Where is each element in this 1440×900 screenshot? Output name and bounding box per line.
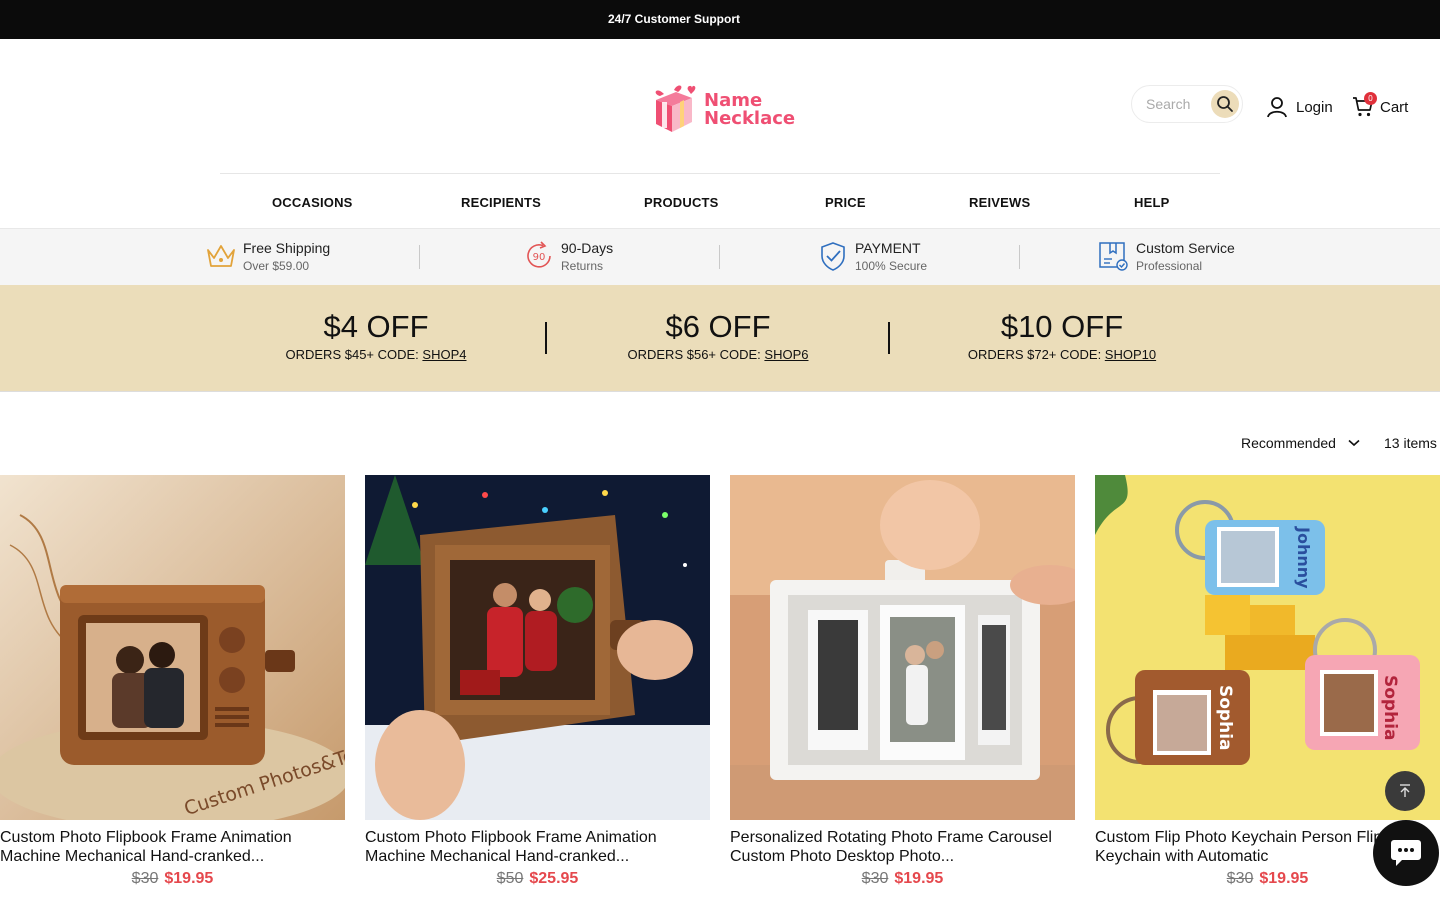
coupon-headline: $6 OFF bbox=[665, 309, 771, 344]
feature-title: Free Shipping bbox=[243, 240, 331, 256]
cart-link[interactable]: 0 Cart bbox=[1352, 92, 1409, 120]
nav-price[interactable]: PRICE bbox=[825, 195, 866, 210]
product-image[interactable] bbox=[730, 475, 1075, 820]
coupon-shop10: $10 OFF ORDERS $72+ CODE: SHOP10 bbox=[912, 309, 1212, 362]
christmas-flipbook-image bbox=[365, 475, 710, 820]
product-name[interactable]: Custom Photo Flipbook Frame Animation Ma… bbox=[365, 828, 710, 866]
coupon-shop4: $4 OFF ORDERS $45+ CODE: SHOP4 bbox=[226, 309, 526, 362]
back-to-top-button[interactable] bbox=[1385, 771, 1425, 811]
login-link[interactable]: Login bbox=[1266, 94, 1333, 120]
main-nav: OCCASIONS RECIPIENTS PRODUCTS PRICE REIV… bbox=[220, 173, 1220, 229]
chat-button[interactable] bbox=[1373, 820, 1439, 886]
cart-label: Cart bbox=[1380, 98, 1409, 116]
announcement-bar: 24/7 Customer Support bbox=[0, 0, 1440, 39]
search-icon bbox=[1217, 96, 1233, 112]
coupon-condition-text: ORDERS $45+ CODE: bbox=[285, 347, 423, 362]
product-image[interactable]: Johnny Sophia Sophia bbox=[1095, 475, 1440, 820]
product-image[interactable] bbox=[365, 475, 710, 820]
product-price: $30 $19.95 bbox=[0, 870, 345, 888]
keychain-name: Sophia bbox=[1380, 675, 1400, 741]
product-sale-price: $19.95 bbox=[894, 870, 944, 887]
coupon-condition: ORDERS $56+ CODE: SHOP6 bbox=[568, 347, 868, 362]
feature-strip: Free Shipping Over $59.00 90 90-Days Ret… bbox=[0, 229, 1440, 285]
coupon-divider bbox=[888, 322, 890, 354]
coupon-headline: $4 OFF bbox=[323, 309, 429, 344]
product-price: $30 $19.95 bbox=[730, 870, 1075, 888]
search-button[interactable] bbox=[1211, 90, 1239, 118]
product-image[interactable]: Custom Photos&Text bbox=[0, 475, 345, 820]
keychain-name: Sophia bbox=[1215, 685, 1235, 751]
brand-name: Name Necklace bbox=[704, 92, 795, 128]
coupon-condition: ORDERS $72+ CODE: SHOP10 bbox=[912, 347, 1212, 362]
arrow-up-icon bbox=[1400, 784, 1410, 797]
feature-title: Custom Service bbox=[1136, 240, 1235, 256]
login-label: Login bbox=[1296, 98, 1333, 116]
chat-bubble-icon bbox=[1391, 840, 1421, 866]
feature-subtitle: 100% Secure bbox=[855, 259, 928, 273]
flipbook-tv-frame-image: Custom Photos&Text bbox=[0, 475, 345, 820]
crown-icon bbox=[207, 245, 235, 267]
feature-divider bbox=[1019, 245, 1020, 269]
product-name[interactable]: Personalized Rotating Photo Frame Carous… bbox=[730, 828, 1075, 866]
keychain-name: Johnny bbox=[1294, 526, 1313, 589]
feature-title: 90-Days bbox=[561, 240, 614, 256]
product-old-price: $30 bbox=[131, 870, 159, 887]
product-card[interactable]: Custom Photo Flipbook Frame Animation Ma… bbox=[365, 475, 710, 888]
flip-photo-keychain-image: Johnny Sophia Sophia bbox=[1095, 475, 1440, 820]
feature-divider bbox=[419, 245, 420, 269]
coupon-shop6: $6 OFF ORDERS $56+ CODE: SHOP6 bbox=[568, 309, 868, 362]
nav-occasions[interactable]: OCCASIONS bbox=[272, 195, 353, 210]
coupon-condition-text: ORDERS $72+ CODE: bbox=[967, 347, 1105, 362]
product-sale-price: $19.95 bbox=[164, 870, 214, 887]
gift-logo-icon bbox=[655, 85, 696, 132]
feature-subtitle: Returns bbox=[561, 259, 604, 273]
brand-name-line2: Necklace bbox=[704, 108, 796, 129]
product-old-price: $50 bbox=[496, 870, 524, 887]
coupon-condition-text: ORDERS $56+ CODE: bbox=[627, 347, 765, 362]
product-sale-price: $25.95 bbox=[529, 870, 579, 887]
brand-logo[interactable]: Name Necklace bbox=[650, 82, 800, 136]
product-price: $50 $25.95 bbox=[365, 870, 710, 888]
coupon-headline: $10 OFF bbox=[1000, 309, 1124, 344]
items-count: 13 items bbox=[1384, 435, 1437, 451]
coupon-condition: ORDERS $45+ CODE: SHOP4 bbox=[226, 347, 526, 362]
nav-products[interactable]: PRODUCTS bbox=[644, 195, 719, 210]
sort-label: Recommended bbox=[1241, 435, 1336, 451]
coupon-code[interactable]: SHOP4 bbox=[422, 347, 466, 362]
announcement-text: 24/7 Customer Support bbox=[607, 12, 741, 26]
nav-reviews[interactable]: REIVEWS bbox=[969, 195, 1030, 210]
nav-help[interactable]: HELP bbox=[1134, 195, 1169, 210]
feature-subtitle: Over $59.00 bbox=[243, 259, 310, 273]
coupon-code[interactable]: SHOP6 bbox=[764, 347, 808, 362]
cart-count-badge: 0 bbox=[1364, 92, 1377, 105]
user-icon bbox=[1267, 97, 1287, 118]
feature-divider bbox=[719, 245, 720, 269]
cart-icon-wrap: 0 bbox=[1352, 92, 1377, 118]
chevron-down-icon bbox=[1348, 439, 1360, 447]
search-input[interactable] bbox=[1146, 95, 1212, 113]
nav-recipients[interactable]: RECIPIENTS bbox=[461, 195, 541, 210]
custom-service-icon bbox=[1099, 242, 1128, 271]
svg-text:90: 90 bbox=[533, 252, 546, 263]
search-box[interactable] bbox=[1131, 85, 1243, 123]
returns-90-icon: 90 bbox=[527, 241, 551, 268]
shield-check-icon bbox=[821, 242, 845, 271]
rotating-photo-frame-image bbox=[730, 475, 1075, 820]
product-sale-price: $19.95 bbox=[1259, 870, 1309, 887]
feature-title: PAYMENT bbox=[855, 240, 921, 256]
product-old-price: $30 bbox=[1226, 870, 1254, 887]
coupon-divider bbox=[545, 322, 547, 354]
product-old-price: $30 bbox=[861, 870, 889, 887]
product-name[interactable]: Custom Photo Flipbook Frame Animation Ma… bbox=[0, 828, 345, 866]
product-card[interactable]: Personalized Rotating Photo Frame Carous… bbox=[730, 475, 1075, 888]
feature-subtitle: Professional bbox=[1136, 259, 1203, 273]
coupon-code[interactable]: SHOP10 bbox=[1105, 347, 1156, 362]
sort-dropdown[interactable]: Recommended bbox=[1241, 435, 1360, 451]
product-card[interactable]: Custom Photos&Text Custom Photo Flipbook… bbox=[0, 475, 345, 888]
promo-banner: $4 OFF ORDERS $45+ CODE: SHOP4 $6 OFF OR… bbox=[0, 285, 1440, 392]
